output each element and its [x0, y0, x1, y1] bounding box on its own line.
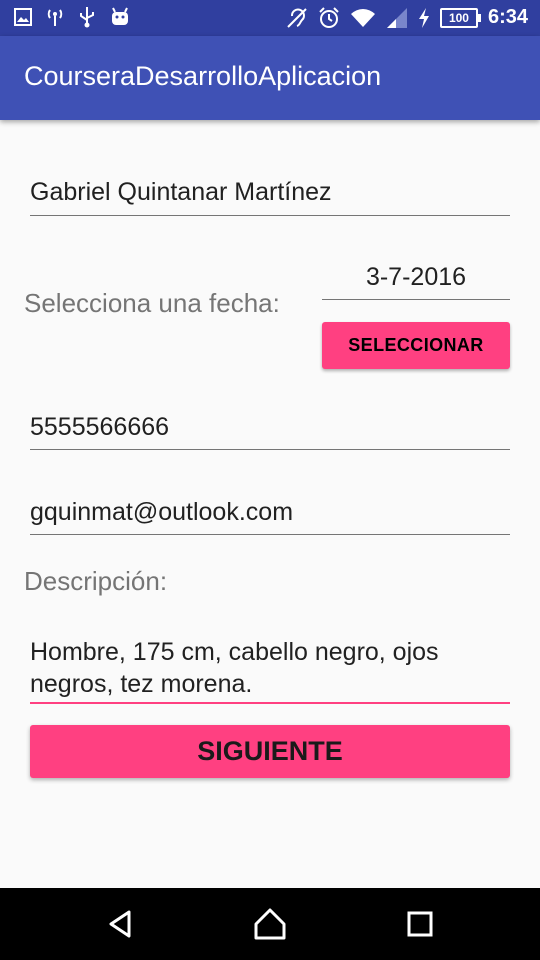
description-field[interactable]: Hombre, 175 cm, cabello negro, ojos negr… — [30, 636, 510, 704]
signal-icon — [386, 7, 407, 28]
name-field[interactable]: Gabriel Quintanar Martínez — [30, 178, 510, 216]
hotspot-icon — [47, 9, 63, 26]
name-value: Gabriel Quintanar Martínez — [30, 178, 332, 206]
home-icon[interactable] — [252, 906, 288, 942]
android-icon — [112, 7, 128, 25]
phone-value: 5555566666 — [30, 413, 170, 441]
usb-icon — [80, 7, 94, 28]
description-label: Descripción: — [24, 566, 168, 596]
status-bar: 100 6:34 — [0, 0, 540, 36]
gallery-icon — [14, 8, 32, 26]
description-value: Hombre, 175 cm, cabello negro, ojos negr… — [30, 638, 439, 698]
charging-icon — [418, 7, 429, 28]
next-button[interactable]: SIGUIENTE — [30, 725, 510, 778]
app-title: CourseraDesarrolloAplicacion — [24, 61, 382, 91]
back-icon[interactable] — [103, 906, 139, 942]
date-field[interactable]: 3-7-2016 — [322, 263, 510, 300]
hearing-aid-icon — [287, 7, 307, 28]
alarm-icon — [319, 6, 339, 28]
status-time: 6:34 — [487, 6, 528, 28]
app-bar: CourseraDesarrolloAplicacion — [0, 36, 540, 120]
select-date-button[interactable]: SELECCIONAR — [322, 322, 510, 369]
date-value: 3-7-2016 — [365, 263, 467, 291]
wifi-icon — [350, 8, 375, 27]
email-field[interactable]: gquinmat@outlook.com — [30, 498, 510, 535]
recents-icon[interactable] — [402, 906, 438, 942]
date-label: Selecciona una fecha: — [24, 288, 280, 318]
phone-field[interactable]: 5555566666 — [30, 413, 510, 450]
navigation-bar — [0, 888, 540, 960]
email-value: gquinmat@outlook.com — [30, 498, 294, 526]
battery-icon: 100 — [439, 7, 481, 28]
